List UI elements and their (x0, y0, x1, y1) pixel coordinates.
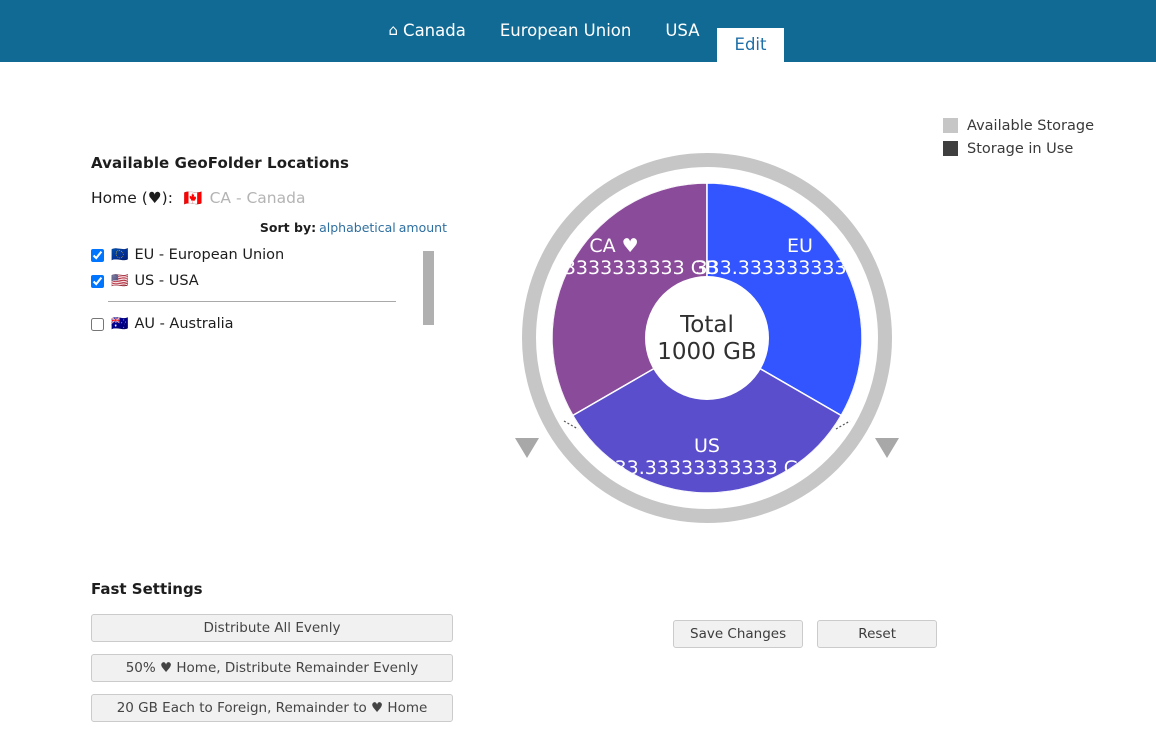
slice-handle-right-icon[interactable] (875, 438, 899, 458)
nav-tab-usa-label: USA (665, 21, 700, 40)
fifty-percent-home-button[interactable]: 50% ♥ Home, Distribute Remainder Evenly (91, 654, 453, 682)
location-list: 🇪🇺 EU - European Union 🇺🇸 US - USA 🇦🇺 AU… (91, 245, 431, 334)
donut-center-hole (645, 276, 769, 400)
legend-swatch-available-storage (943, 118, 959, 133)
legend-label-available-storage: Available Storage (967, 117, 1094, 134)
pie-label-ca-name: CA ♥ (589, 235, 638, 257)
storage-distribution-chart: CA ♥ 333.33333333333 GB EU 333.333333333… (496, 140, 916, 540)
legend-swatch-storage-in-use (943, 141, 959, 156)
sort-option-alphabetical[interactable]: alphabetical (319, 220, 396, 235)
sort-controls: Sort by: alphabetical amount (91, 220, 447, 235)
flag-icon-au: 🇦🇺 (111, 316, 129, 332)
flag-icon-ca: 🇨🇦 (183, 188, 203, 207)
list-item-us[interactable]: 🇺🇸 US - USA (91, 271, 431, 291)
page-title: Available GeoFolder Locations (91, 154, 350, 172)
boundary-tick-left (563, 420, 579, 430)
top-navigation-bar: ⌂ Canada European Union USA Edit (0, 0, 1156, 62)
list-item-label-eu: EU - European Union (134, 247, 285, 263)
pie-label-us-value: 333.33333333333 GB (602, 457, 811, 479)
distribute-all-evenly-button[interactable]: Distribute All Evenly (91, 614, 453, 642)
nav-tab-usa[interactable]: USA (648, 0, 716, 62)
list-divider (108, 301, 396, 302)
nav-tab-strip: ⌂ Canada European Union USA Edit (372, 0, 785, 62)
sort-by-label: Sort by: (259, 220, 317, 235)
home-location-label: Home (♥): (91, 189, 173, 207)
flag-icon-eu: 🇪🇺 (111, 247, 129, 263)
boundary-tick-right (835, 420, 851, 430)
save-changes-button[interactable]: Save Changes (673, 620, 804, 648)
legend-label-storage-in-use: Storage in Use (967, 140, 1074, 157)
action-button-group: Save Changes Reset (673, 620, 938, 648)
fast-settings-panel: Fast Settings Distribute All Evenly 50% … (91, 580, 461, 734)
checkbox-au[interactable] (91, 317, 104, 331)
legend-item-storage-in-use: Storage in Use (943, 137, 1094, 160)
nav-tab-canada[interactable]: ⌂ Canada (372, 0, 483, 62)
flag-icon-us: 🇺🇸 (111, 273, 129, 289)
list-item-label-au: AU - Australia (134, 316, 234, 332)
home-icon: ⌂ (388, 21, 399, 39)
checkbox-eu[interactable] (91, 248, 104, 262)
location-list-scrollbar[interactable] (423, 251, 434, 325)
twenty-gb-each-foreign-button[interactable]: 20 GB Each to Foreign, Remainder to ♥ Ho… (91, 694, 453, 722)
nav-tab-edit-label: Edit (734, 35, 767, 54)
reset-button[interactable]: Reset (817, 620, 938, 648)
nav-tab-european-union-label: European Union (499, 21, 632, 40)
fast-settings-title: Fast Settings (91, 580, 203, 598)
donut-total-label: Total (679, 312, 734, 338)
pie-label-eu-name: EU (787, 235, 813, 257)
donut-total-value: 1000 GB (657, 339, 756, 365)
list-item-au[interactable]: 🇦🇺 AU - Australia (91, 314, 431, 334)
nav-tab-canada-label: Canada (403, 21, 466, 40)
nav-tab-edit[interactable]: Edit (716, 28, 785, 62)
slice-handle-left-icon[interactable] (515, 438, 539, 458)
location-list-container: 🇪🇺 EU - European Union 🇺🇸 US - USA 🇦🇺 AU… (91, 245, 447, 334)
legend-item-available-storage: Available Storage (943, 114, 1094, 137)
sort-option-amount[interactable]: amount (399, 220, 447, 235)
home-location-name: CA - Canada (209, 189, 306, 207)
nav-tab-european-union[interactable]: European Union (483, 0, 649, 62)
checkbox-us[interactable] (91, 274, 104, 288)
available-locations-panel: Available GeoFolder Locations Home (♥): … (91, 154, 451, 340)
pie-label-us-name: US (694, 435, 720, 457)
list-item-label-us: US - USA (134, 273, 199, 289)
list-item-eu[interactable]: 🇪🇺 EU - European Union (91, 245, 431, 265)
chart-legend: Available Storage Storage in Use (943, 114, 1094, 160)
donut-chart-svg: CA ♥ 333.33333333333 GB EU 333.333333333… (515, 153, 899, 523)
home-location-row: Home (♥): 🇨🇦 CA - Canada (91, 189, 451, 207)
